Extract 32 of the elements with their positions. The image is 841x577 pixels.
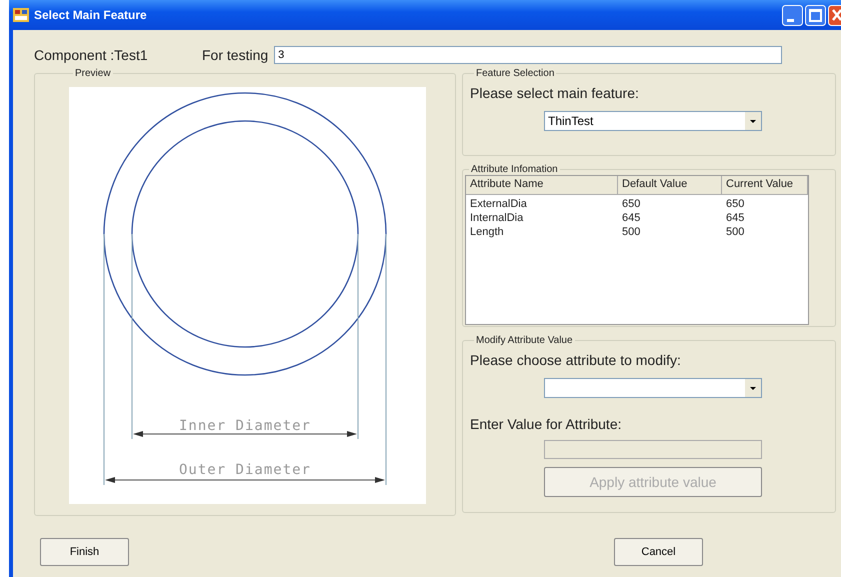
column-header[interactable]: Current Value — [722, 176, 808, 194]
feature-dropdown[interactable]: ThinTest — [544, 111, 762, 131]
group-legend: Feature Selection — [474, 68, 556, 79]
minimize-icon[interactable] — [782, 4, 803, 26]
testing-field[interactable]: 3 — [274, 46, 782, 64]
table-cell-text: 650 — [725, 197, 746, 211]
app-icon — [13, 8, 29, 22]
group-legend: Attribute Infomation — [469, 164, 560, 175]
table-cell-text: InternalDia — [469, 211, 524, 225]
table-cell-text: 500 — [621, 225, 642, 239]
component-label: Component :Test1 — [34, 47, 149, 63]
group-legend: Modify Attribute Value — [474, 335, 575, 346]
column-header[interactable]: Attribute Name — [466, 176, 618, 194]
prompt-label: Please select main feature: — [470, 85, 640, 101]
table-cell-text: 645 — [725, 211, 746, 225]
dimension-label: Inner Diameter — [179, 418, 311, 434]
table-cell-text: ExternalDia — [469, 197, 528, 211]
dimension-label: Outer Diameter — [179, 462, 311, 478]
table-cell-text: Length — [469, 225, 505, 239]
finish-button[interactable]: Finish — [40, 538, 129, 566]
close-icon[interactable] — [828, 4, 841, 26]
testing-label: For testing — [202, 47, 268, 63]
cancel-button[interactable]: Cancel — [614, 538, 703, 566]
window-title: Select Main Feature — [34, 8, 147, 22]
maximize-icon[interactable] — [805, 4, 826, 26]
table-cell-text: 500 — [725, 225, 746, 239]
prompt-label: Please choose attribute to modify: — [470, 352, 682, 368]
group-legend: Preview — [73, 68, 113, 79]
value-label: Enter Value for Attribute: — [470, 416, 622, 432]
table-cell-text: 650 — [621, 197, 642, 211]
column-header[interactable]: Default Value — [618, 176, 722, 194]
table-cell-text: 645 — [621, 211, 642, 225]
